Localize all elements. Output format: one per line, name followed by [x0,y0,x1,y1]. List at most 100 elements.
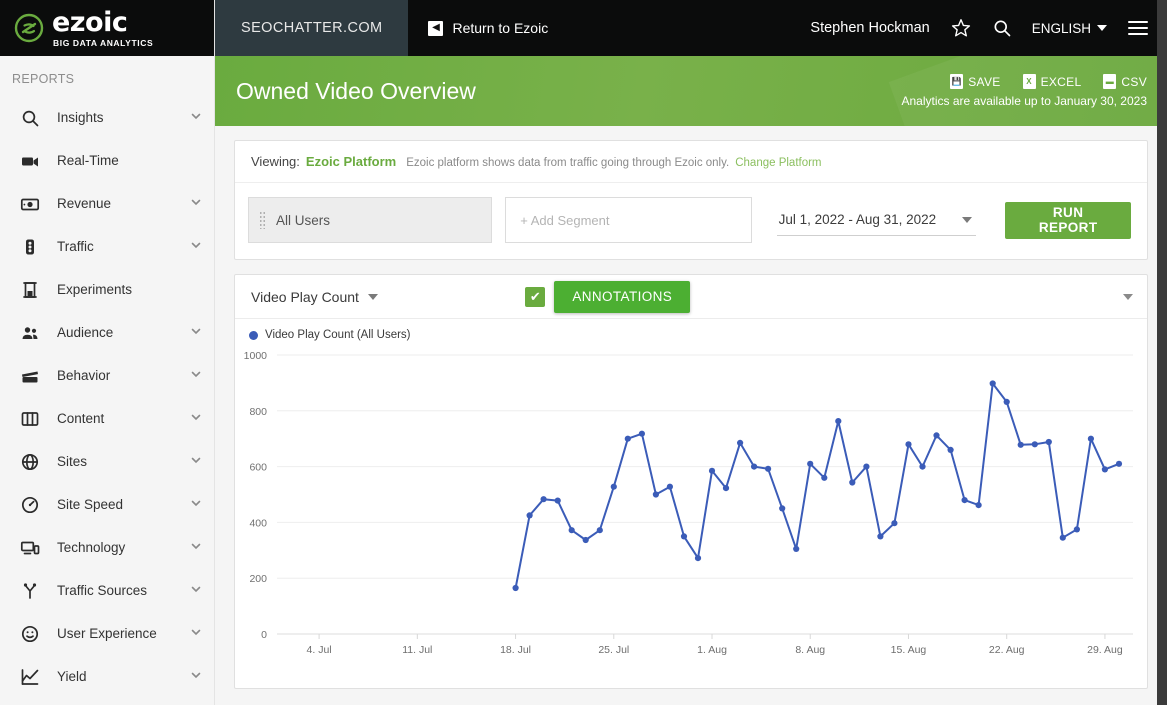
data-point[interactable] [624,435,631,442]
chevron-down-icon[interactable] [190,324,202,342]
csv-export-button[interactable]: ▬ CSV [1103,74,1147,89]
drag-handle-icon[interactable] [259,211,266,229]
save-button[interactable]: 💾 SAVE [950,74,1000,89]
sidebar-item-yield[interactable]: Yield [0,655,214,698]
sidebar-item-experiments[interactable]: Experiments [0,268,214,311]
data-point[interactable] [1073,526,1080,533]
chevron-down-icon[interactable] [190,453,202,471]
chevron-down-icon[interactable] [190,625,202,643]
data-point[interactable] [1087,435,1094,442]
data-point[interactable] [863,463,870,470]
data-point[interactable] [1101,466,1108,473]
data-point[interactable] [1017,441,1024,448]
sidebar-item-behavior[interactable]: Behavior [0,354,214,397]
data-point[interactable] [975,502,982,509]
sidebar-item-real-time[interactable]: Real-Time [0,139,214,182]
annotations-checkbox[interactable]: ✔ [525,286,546,307]
brand-logo[interactable]: ezoic BIG DATA ANALYTICS [0,0,214,56]
sidebar-item-content[interactable]: Content [0,397,214,440]
return-to-ezoic-button[interactable]: ◀ Return to Ezoic [408,0,568,56]
data-point[interactable] [765,465,772,472]
data-point[interactable] [821,474,828,481]
data-point[interactable] [526,512,533,519]
chevron-down-icon[interactable] [190,496,202,514]
chevron-down-icon[interactable] [190,539,202,557]
data-point[interactable] [779,505,786,512]
data-point[interactable] [961,497,968,504]
chevron-down-icon[interactable] [190,582,202,600]
excel-label: EXCEL [1040,74,1082,89]
chevron-down-icon[interactable] [190,238,202,256]
sidebar-item-sites[interactable]: Sites [0,440,214,483]
data-point[interactable] [1045,438,1052,446]
annotations-button[interactable]: ANNOTATIONS [554,280,691,313]
data-point[interactable] [652,491,659,498]
sidebar-item-insights[interactable]: Insights [0,96,214,139]
search-icon[interactable] [992,18,1012,38]
data-point[interactable] [807,460,814,467]
sidebar-item-label: Insights [57,110,104,125]
sidebar-item-revenue[interactable]: Revenue [0,182,214,225]
data-point[interactable] [722,485,730,492]
data-point[interactable] [1059,534,1066,541]
chevron-left-boxed-icon: ◀ [428,20,444,36]
data-point[interactable] [849,479,856,486]
chevron-down-icon[interactable] [190,668,202,686]
data-point[interactable] [919,463,926,470]
sidebar-item-label: Yield [57,669,87,684]
chevron-down-icon[interactable] [190,195,202,213]
chevron-down-icon[interactable] [190,367,202,385]
data-point[interactable] [708,467,716,474]
chart-plot-area[interactable]: 1000 800 600 400 200 0 4. Jul 11. Jul 18. Jul 25.… [235,341,1147,688]
data-point[interactable] [1031,441,1038,448]
brand-tagline: BIG DATA ANALYTICS [53,37,154,48]
data-point[interactable] [737,439,744,446]
data-point[interactable] [610,483,617,490]
data-point[interactable] [1115,460,1123,467]
site-tab[interactable]: SEOCHATTER.COM [215,0,409,56]
data-point[interactable] [512,584,519,592]
data-point[interactable] [568,527,575,534]
data-point[interactable] [1003,398,1010,405]
chevron-down-icon [1097,25,1107,31]
data-point[interactable] [793,545,800,552]
sidebar-item-traffic-sources[interactable]: Traffic Sources [0,569,214,612]
data-point[interactable] [877,533,884,540]
data-point[interactable] [947,446,954,453]
data-point[interactable] [891,520,898,527]
data-point[interactable] [989,380,996,387]
chart-collapse-toggle[interactable] [1122,293,1133,300]
change-platform-link[interactable]: Change Platform [735,157,821,169]
excel-export-button[interactable]: X EXCEL [1022,74,1082,89]
sidebar-item-technology[interactable]: Technology [0,526,214,569]
date-range-picker[interactable]: Jul 1, 2022 - Aug 31, 2022 [776,204,977,236]
data-point[interactable] [751,463,758,470]
chevron-down-icon[interactable] [190,109,202,127]
sidebar-item-traffic[interactable]: Traffic [0,225,214,268]
star-icon[interactable] [950,17,972,39]
metric-selector[interactable]: Video Play Count [251,289,378,305]
user-name[interactable]: Stephen Hockman [810,20,929,36]
data-point[interactable] [694,555,702,562]
chevron-down-icon[interactable] [190,410,202,428]
add-segment-button[interactable]: + Add Segment [505,197,752,243]
sidebar-item-audience[interactable]: Audience [0,311,214,354]
data-point[interactable] [933,432,940,439]
language-selector[interactable]: ENGLISH [1032,21,1107,36]
sidebar-item-user-experience[interactable]: User Experience [0,612,214,655]
hamburger-menu-icon[interactable] [1127,19,1149,37]
data-point[interactable] [638,430,645,437]
run-report-button[interactable]: RUN REPORT [1005,201,1131,239]
data-point[interactable] [680,533,688,540]
segment-all-users-label: All Users [276,212,331,228]
segment-all-users[interactable]: All Users [248,197,493,243]
data-point[interactable] [554,497,561,504]
data-point[interactable] [540,496,547,503]
data-point[interactable] [582,536,589,544]
sidebar-item-site-speed[interactable]: Site Speed [0,483,214,526]
layout-icon [20,409,40,429]
data-point[interactable] [596,527,603,534]
data-point[interactable] [905,441,912,448]
data-point[interactable] [835,418,842,425]
data-point[interactable] [666,483,673,490]
